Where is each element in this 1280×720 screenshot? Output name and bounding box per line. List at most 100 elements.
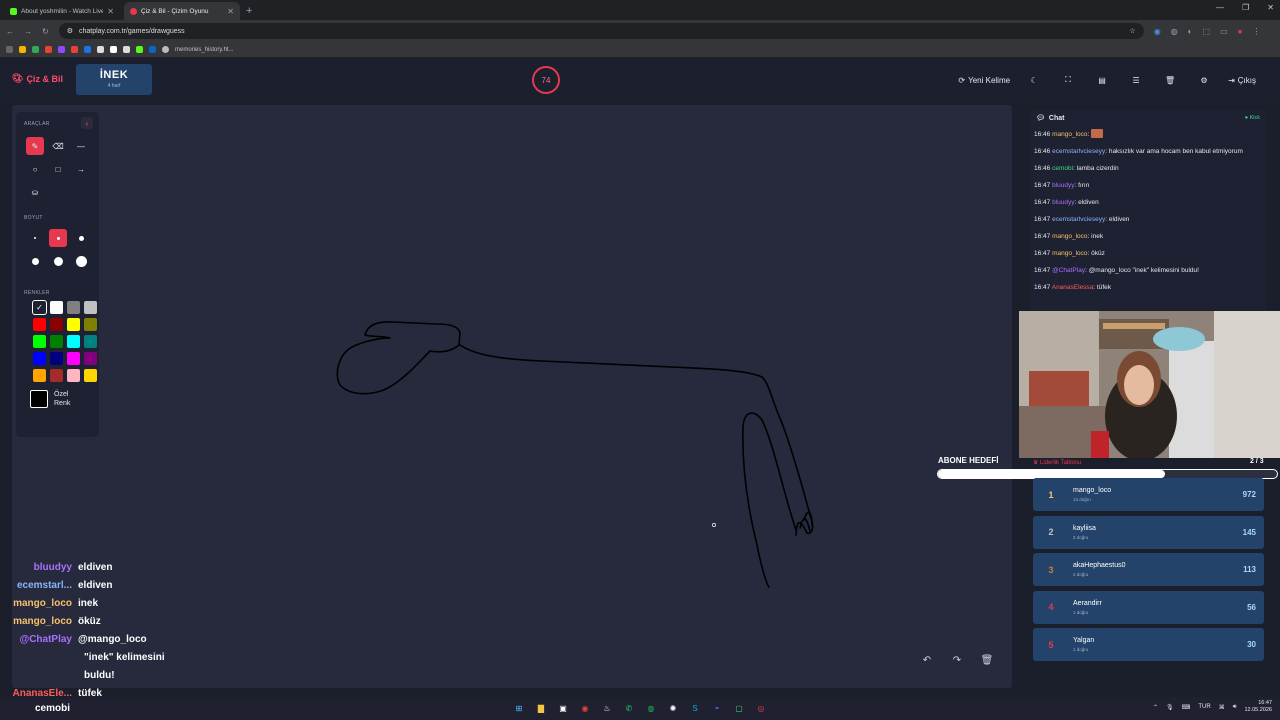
chatgpt-icon[interactable]: ✺ [666, 701, 680, 715]
color-swatch[interactable] [50, 369, 63, 382]
chat-username[interactable]: @ChatPlay [1052, 267, 1085, 274]
bookmark-icon[interactable] [149, 46, 156, 53]
chat-username[interactable]: ecemstarlvcieseyy [1052, 216, 1105, 223]
color-swatch[interactable] [67, 318, 80, 331]
maximize-icon[interactable]: ❐ [1242, 3, 1249, 12]
browser-tab-kick[interactable]: About yoshmilin - Watch Live o... ✕ [4, 2, 120, 20]
keyboard-icon[interactable]: ⌨ [1182, 704, 1191, 711]
address-bar[interactable]: ⚙ chatplay.com.tr/games/drawguess ☆ [58, 23, 1144, 39]
extension-icon[interactable]: ◍ [1171, 27, 1178, 36]
size-1-button[interactable] [26, 229, 44, 247]
chat-username[interactable]: AnanasElessa [1052, 284, 1094, 291]
file-explorer-icon[interactable]: ▇ [534, 701, 548, 715]
volume-icon[interactable]: 🔊︎ [1233, 704, 1237, 711]
network-icon[interactable]: ⌘ [1219, 704, 1225, 711]
clock[interactable]: 16:47 12.05.2026 [1244, 700, 1272, 714]
new-tab-icon[interactable]: + [246, 2, 252, 20]
chat-username[interactable]: mango_loco [1052, 250, 1087, 257]
chat-username[interactable]: ecemstarlvcieseyy [1052, 148, 1105, 155]
size-6-button[interactable] [72, 252, 90, 270]
chat-username[interactable]: mango_loco [1052, 233, 1087, 240]
bookmark-star-icon[interactable]: ☆ [1129, 27, 1135, 35]
discord-icon[interactable]: ◓ [710, 701, 724, 715]
fill-tool-button[interactable]: ⛀ [26, 183, 44, 201]
microphone-icon[interactable]: 🎙︎ [1166, 704, 1174, 711]
close-tab-icon[interactable]: ✕ [227, 7, 234, 16]
bookmark-icon[interactable] [45, 46, 52, 53]
color-swatch[interactable] [84, 369, 97, 382]
app-icon[interactable]: ▢ [732, 701, 746, 715]
reload-icon[interactable]: ↻ [42, 27, 49, 36]
redo-button[interactable]: ↷ [948, 655, 966, 671]
color-swatch[interactable] [84, 352, 97, 365]
bookmark-icon[interactable] [19, 46, 26, 53]
extensions-puzzle-icon[interactable]: ⬚ [1203, 27, 1211, 36]
browser-tab-drawguess[interactable]: Çiz & Bil - Çizim Oyunu ✕ [124, 2, 240, 20]
bookmark-icon[interactable] [123, 46, 130, 53]
color-swatch[interactable] [67, 335, 80, 348]
minimize-icon[interactable]: — [1216, 3, 1224, 12]
size-2-button[interactable] [49, 229, 67, 247]
bookmark-icon[interactable] [58, 46, 65, 53]
color-swatch[interactable] [33, 352, 46, 365]
steam-icon[interactable]: ♨ [600, 701, 614, 715]
undo-button[interactable]: ↶ [918, 655, 936, 671]
new-word-button[interactable]: ⟳ Yeni Kelime [954, 70, 1014, 90]
extension-icon[interactable]: ◉ [1154, 27, 1161, 36]
leaderboard-toggle-button[interactable]: ☰ [1122, 70, 1150, 90]
collapse-panel-button[interactable]: ‹ [81, 117, 93, 129]
apps-grid-icon[interactable] [6, 46, 13, 53]
eraser-tool-button[interactable]: ⌫ [49, 137, 67, 155]
size-3-button[interactable] [72, 229, 90, 247]
color-swatch[interactable] [67, 301, 80, 314]
chat-username[interactable]: cemobi [1052, 165, 1073, 172]
forward-icon[interactable]: → [24, 27, 32, 36]
chat-username[interactable]: bluudyy [1052, 182, 1074, 189]
color-swatch[interactable] [50, 352, 63, 365]
profile-avatar-icon[interactable]: ● [1238, 27, 1243, 36]
skype-icon[interactable]: S [688, 701, 702, 715]
app-logo[interactable]: 🎨︎ Çiz & Bil [12, 73, 63, 84]
color-swatch[interactable] [33, 369, 46, 382]
custom-color-button[interactable]: Özel Renk [30, 390, 91, 408]
color-swatch[interactable] [84, 301, 97, 314]
brush-tool-button[interactable]: ✎ [26, 137, 44, 155]
chat-toggle-button[interactable]: ▤ [1088, 70, 1116, 90]
bookmark-icon[interactable] [97, 46, 104, 53]
clear-button[interactable]: 🗑︎ [1156, 70, 1184, 90]
color-swatch[interactable]: ✓ [32, 300, 47, 315]
size-4-button[interactable] [26, 252, 44, 270]
menu-kebab-icon[interactable]: ⋮ [1252, 27, 1260, 36]
clear-canvas-button[interactable]: 🗑︎ [978, 655, 996, 671]
dark-mode-button[interactable]: ☾ [1020, 70, 1048, 90]
whatsapp-icon[interactable]: ✆ [622, 701, 636, 715]
circle-tool-button[interactable]: ○ [26, 160, 44, 178]
spotify-icon[interactable]: ◍ [644, 701, 658, 715]
close-tab-icon[interactable]: ✕ [107, 7, 114, 16]
color-swatch[interactable] [67, 369, 80, 382]
chat-username[interactable]: mango_loco [1052, 131, 1087, 138]
bookmark-icon[interactable] [110, 46, 117, 53]
bookmark-link[interactable]: memories_history.ht... [175, 47, 234, 53]
bookmark-icon[interactable] [84, 46, 91, 53]
app-icon[interactable]: ▣ [556, 701, 570, 715]
language-indicator[interactable]: TUR [1198, 704, 1210, 710]
color-swatch[interactable] [84, 335, 97, 348]
color-swatch[interactable] [50, 301, 63, 314]
chrome-icon[interactable]: ◉ [578, 701, 592, 715]
bookmark-icon[interactable] [32, 46, 39, 53]
settings-button[interactable]: ⚙ [1190, 70, 1218, 90]
obs-icon[interactable]: ◎ [754, 701, 768, 715]
exit-button[interactable]: ⇥ Çıkış [1224, 70, 1260, 90]
close-window-icon[interactable]: ✕ [1267, 3, 1274, 12]
color-swatch[interactable] [50, 335, 63, 348]
chevron-up-icon[interactable]: ⌃ [1153, 704, 1158, 711]
sidebar-icon[interactable]: ▭ [1220, 27, 1228, 36]
bookmark-icon[interactable] [136, 46, 143, 53]
extension-icon[interactable]: ◐ [1188, 27, 1193, 36]
color-swatch[interactable] [50, 318, 63, 331]
bookmark-icon[interactable] [71, 46, 78, 53]
color-swatch[interactable] [84, 318, 97, 331]
color-swatch[interactable] [33, 318, 46, 331]
back-icon[interactable]: ← [6, 27, 14, 36]
